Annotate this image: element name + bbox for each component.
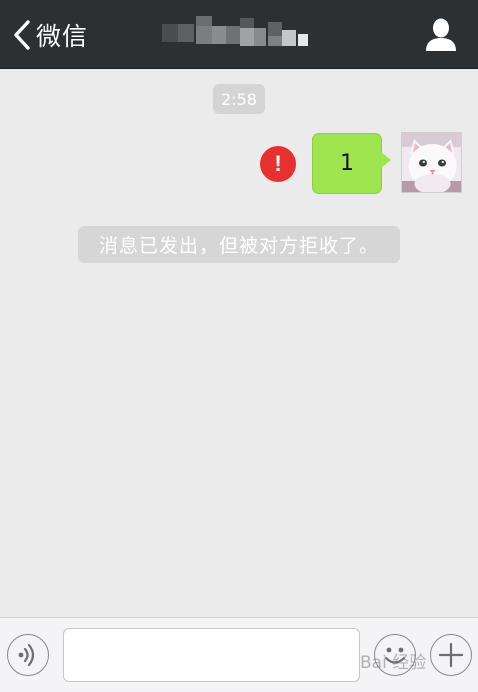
message-input[interactable] [63,628,360,682]
back-button[interactable]: 微信 [12,16,88,54]
chat-title [160,12,318,54]
user-icon [426,18,456,51]
emoji-button[interactable] [374,634,416,676]
error-icon[interactable]: ! [260,146,296,182]
chat-title-text [160,12,161,13]
voice-button[interactable] [7,634,49,676]
outgoing-message-bubble[interactable]: 1 [312,133,382,194]
plus-button[interactable] [430,634,472,676]
pixelated-contact-name [162,16,308,46]
bubble-tail [381,152,391,168]
voice-icon [18,643,35,667]
chat-screen: 微信 2:58 ! 1 消息已发出，但被对方拒收了。 Bai 经验 [0,0,478,692]
plus-icon [438,642,464,668]
avatar[interactable] [401,132,462,193]
message-timestamp: 2:58 [213,84,265,114]
nav-bar: 微信 [0,0,478,69]
cat-avatar-image [402,133,461,192]
chevron-left-icon [14,20,30,50]
emoji-icon [384,647,406,664]
input-toolbar [0,617,478,692]
profile-button[interactable] [424,17,458,53]
system-notice: 消息已发出，但被对方拒收了。 [78,226,400,263]
back-label: 微信 [36,22,89,51]
